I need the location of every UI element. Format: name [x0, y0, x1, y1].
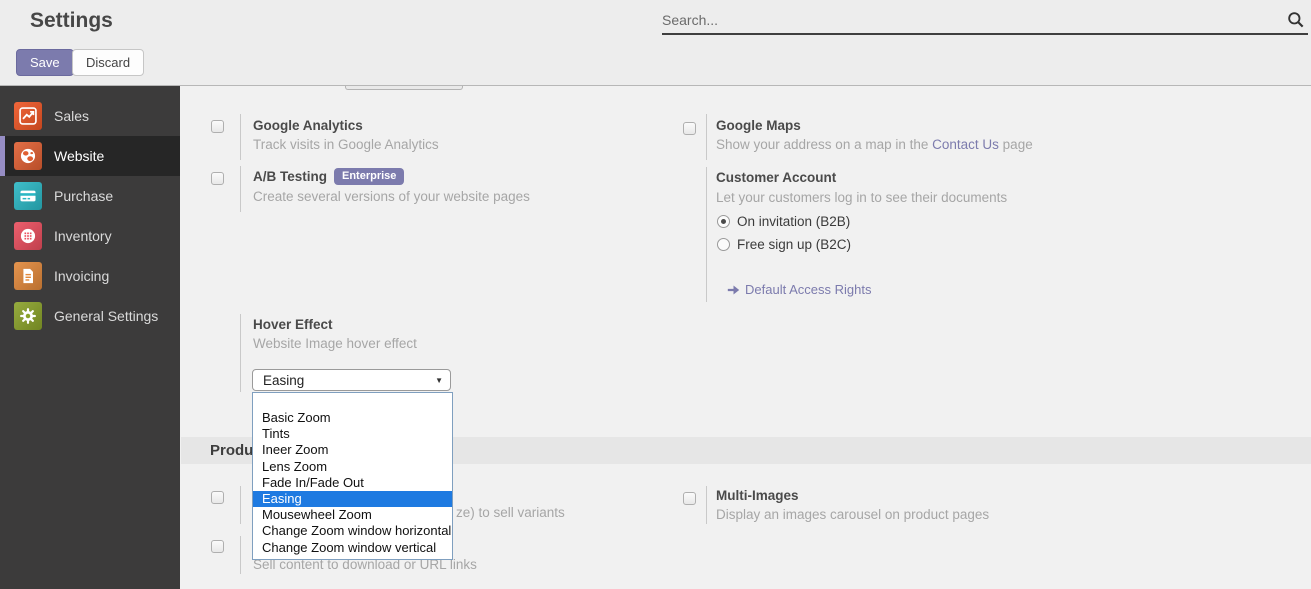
contact-us-link[interactable]: Contact Us: [932, 137, 999, 152]
default-access-rights-label: Default Access Rights: [745, 282, 871, 297]
sidebar-item-general-settings[interactable]: General Settings: [0, 296, 180, 336]
website-globe-icon: [14, 142, 42, 170]
sidebar-item-label: Sales: [54, 108, 89, 124]
sidebar-item-label: General Settings: [54, 308, 158, 324]
dropdown-option[interactable]: Tints: [253, 426, 452, 442]
partially-visible-select[interactable]: [345, 86, 463, 90]
default-access-rights-link[interactable]: Default Access Rights: [727, 282, 871, 297]
google-analytics-desc: Track visits in Google Analytics: [253, 137, 439, 152]
section-header: Produ: [210, 442, 253, 459]
on-invitation-label: On invitation (B2B): [737, 214, 850, 229]
general-settings-gear-icon: [14, 302, 42, 330]
hover-effect-select[interactable]: Easing ▼: [252, 369, 451, 391]
sidebar-item-website[interactable]: Website: [0, 136, 180, 176]
sidebar: Sales Website Purchase: [0, 86, 180, 589]
multi-images-checkbox[interactable]: [683, 492, 696, 505]
sidebar-item-label: Inventory: [54, 228, 112, 244]
ab-testing-desc: Create several versions of your website …: [253, 189, 530, 204]
sidebar-item-label: Purchase: [54, 188, 113, 204]
arrow-right-icon: [727, 284, 740, 296]
ab-testing-checkbox[interactable]: [211, 172, 224, 185]
dropdown-option[interactable]: Change Zoom window horizontal: [253, 523, 452, 539]
variants-desc-visible: ze) to sell variants: [456, 505, 565, 520]
free-signup-label: Free sign up (B2C): [737, 237, 851, 252]
sidebar-item-label: Website: [54, 148, 104, 164]
setting-divider: [240, 486, 241, 524]
search-icon[interactable]: [1286, 10, 1306, 30]
customer-account-title: Customer Account: [716, 170, 836, 185]
sidebar-item-purchase[interactable]: Purchase: [0, 176, 180, 216]
google-maps-title: Google Maps: [716, 118, 801, 133]
setting-divider: [240, 114, 241, 160]
hover-effect-selected-value: Easing: [263, 373, 304, 388]
hover-effect-desc: Website Image hover effect: [253, 336, 417, 351]
customer-account-desc: Let your customers log in to see their d…: [716, 190, 1007, 205]
purchase-card-icon: [14, 182, 42, 210]
setting-divider: [706, 486, 707, 524]
variants-checkbox[interactable]: [211, 491, 224, 504]
dropdown-option[interactable]: Mousewheel Zoom: [253, 507, 452, 523]
setting-divider: [240, 166, 241, 212]
dropdown-option-highlighted[interactable]: Easing: [253, 491, 452, 507]
google-analytics-title: Google Analytics: [253, 118, 363, 133]
ab-testing-title-text: A/B Testing: [253, 169, 327, 184]
hover-effect-title: Hover Effect: [253, 317, 333, 332]
page-title: Settings: [30, 9, 113, 33]
invoicing-document-icon: [14, 262, 42, 290]
dropdown-option[interactable]: Ineer Zoom: [253, 442, 452, 458]
search-bar: [662, 6, 1308, 35]
dropdown-option[interactable]: Basic Zoom: [253, 410, 452, 426]
google-maps-checkbox[interactable]: [683, 122, 696, 135]
google-maps-desc-pre: Show your address on a map in the: [716, 137, 932, 152]
setting-divider: [240, 536, 241, 574]
on-invitation-radio[interactable]: [717, 215, 730, 228]
sidebar-item-invoicing[interactable]: Invoicing: [0, 256, 180, 296]
google-analytics-checkbox[interactable]: [211, 120, 224, 133]
ab-testing-title: A/B Testing Enterprise: [253, 169, 404, 187]
sidebar-item-label: Invoicing: [54, 268, 109, 284]
hover-effect-dropdown-list: Basic Zoom Tints Ineer Zoom Lens Zoom Fa…: [252, 392, 453, 560]
dropdown-option[interactable]: Change Zoom window vertical: [253, 540, 452, 556]
google-maps-desc: Show your address on a map in the Contac…: [716, 137, 1033, 152]
dropdown-option[interactable]: Lens Zoom: [253, 459, 452, 475]
chevron-down-icon: ▼: [435, 376, 443, 385]
search-input[interactable]: [662, 9, 1262, 31]
multi-images-title: Multi-Images: [716, 488, 799, 503]
discard-button[interactable]: Discard: [72, 49, 144, 76]
dropdown-option[interactable]: Fade In/Fade Out: [253, 475, 452, 491]
free-signup-radio[interactable]: [717, 238, 730, 251]
sidebar-item-inventory[interactable]: Inventory: [0, 216, 180, 256]
sales-chart-icon: [14, 102, 42, 130]
inventory-building-icon: [14, 222, 42, 250]
multi-images-desc: Display an images carousel on product pa…: [716, 507, 989, 522]
sidebar-item-sales[interactable]: Sales: [0, 96, 180, 136]
setting-divider: [706, 167, 707, 302]
google-maps-desc-post: page: [999, 137, 1033, 152]
digital-content-checkbox[interactable]: [211, 540, 224, 553]
setting-divider: [706, 114, 707, 160]
setting-divider: [240, 314, 241, 392]
save-button[interactable]: Save: [16, 49, 74, 76]
enterprise-badge: Enterprise: [334, 168, 404, 185]
dropdown-option-blank[interactable]: [253, 393, 452, 410]
